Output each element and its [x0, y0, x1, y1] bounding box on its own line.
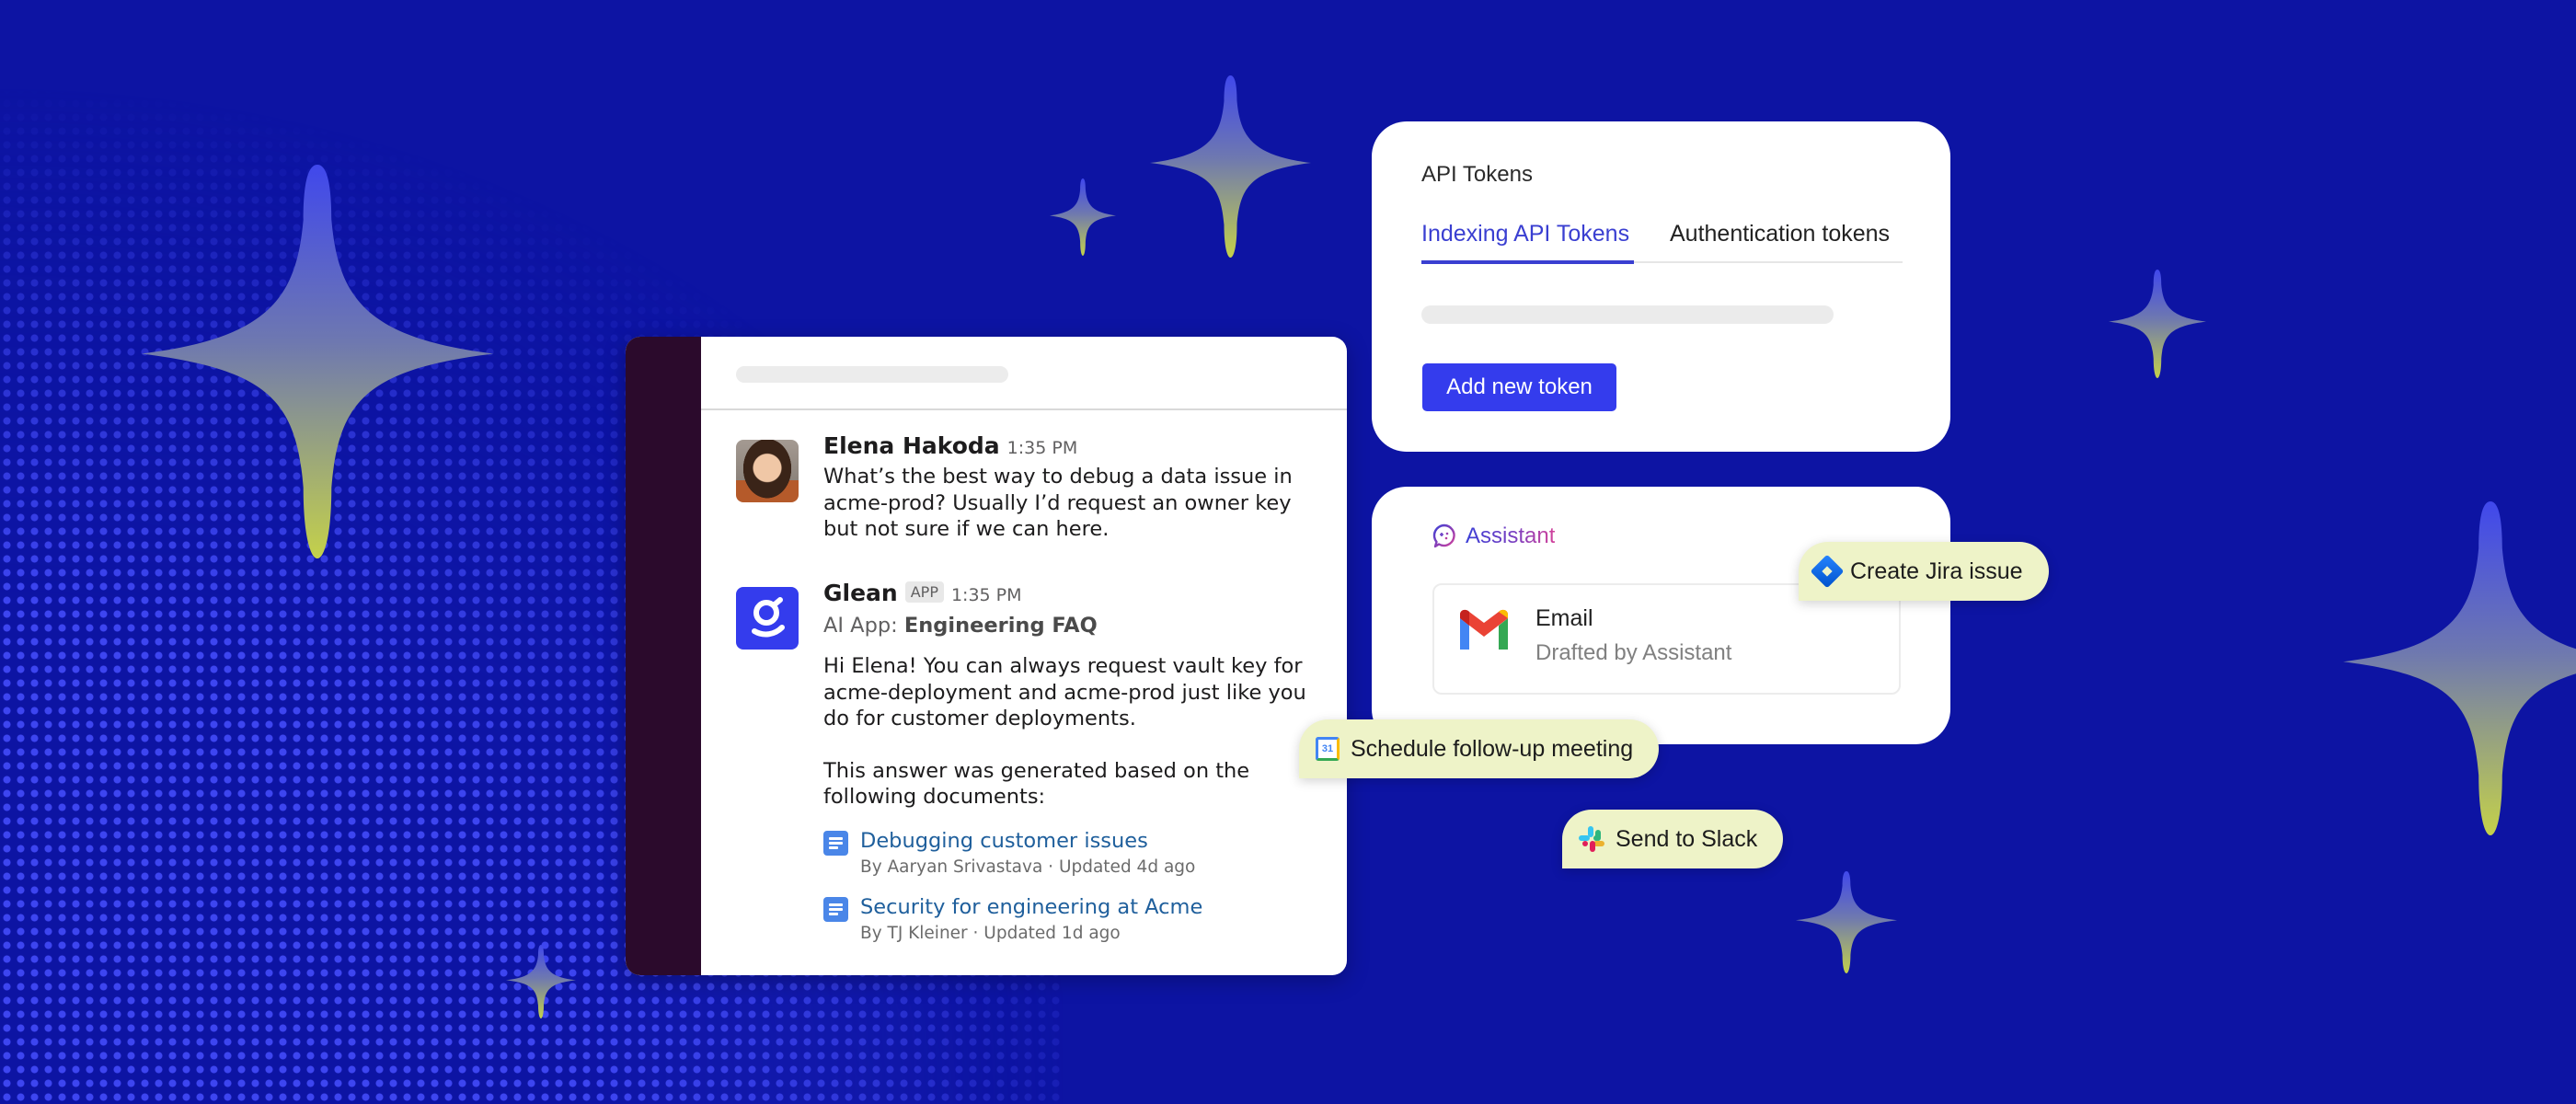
send-to-slack-button[interactable]: Send to Slack [1562, 810, 1784, 868]
message-elena: Elena Hakoda 1:35 PM What’s the best way… [736, 432, 1319, 559]
schedule-meeting-button[interactable]: 31 Schedule follow-up meeting [1299, 719, 1660, 778]
sender-name[interactable]: Elena Hakoda [823, 432, 1000, 459]
token-tabs: Indexing API Tokens Authentication token… [1421, 217, 1903, 264]
app-source: AI App: Engineering FAQ [823, 611, 1319, 640]
app-name: Engineering FAQ [903, 614, 1098, 638]
email-title: Email [1535, 605, 1593, 631]
sparkle-star-icon [1050, 178, 1116, 256]
sparkle-star-icon [2109, 270, 2206, 378]
app-prefix: AI App: [823, 614, 904, 638]
sparkle-star-icon [142, 165, 493, 558]
slack-conversation-window: Elena Hakoda 1:35 PM What’s the best way… [626, 337, 1347, 975]
create-jira-issue-button[interactable]: Create Jira issue [1799, 542, 2049, 601]
token-placeholder-bar [1421, 305, 1834, 324]
action-label: Create Jira issue [1850, 558, 2023, 584]
add-new-token-button[interactable]: Add new token [1422, 363, 1616, 411]
search-bar-placeholder[interactable] [736, 366, 1008, 383]
app-badge: APP [904, 581, 944, 603]
sparkle-star-icon [2343, 501, 2576, 835]
tab-indexing-api-tokens[interactable]: Indexing API Tokens [1421, 217, 1634, 264]
gmail-icon [1460, 609, 1508, 650]
reply-text: Hi Elena! You can always request vault k… [823, 654, 1306, 730]
google-doc-icon [823, 896, 848, 922]
assistant-label: Assistant [1466, 523, 1556, 548]
user-photo [736, 440, 799, 502]
slack-sidebar [626, 337, 701, 975]
document-title[interactable]: Security for engineering at Acme [860, 893, 1319, 921]
message-time[interactable]: 1:35 PM [1007, 438, 1078, 458]
assistant-chat-icon [1432, 523, 1455, 548]
slack-channel-view: Elena Hakoda 1:35 PM What’s the best way… [701, 337, 1347, 975]
api-tokens-card: API Tokens Indexing API Tokens Authentic… [1372, 121, 1950, 452]
slack-icon [1579, 826, 1604, 852]
google-calendar-icon: 31 [1316, 737, 1340, 761]
action-label: Send to Slack [1616, 825, 1758, 852]
glean-logo-icon[interactable] [736, 587, 799, 650]
document-title[interactable]: Debugging customer issues [860, 827, 1319, 855]
sparkle-star-icon [1796, 871, 1897, 973]
sources-intro: This answer was generated based on the f… [823, 758, 1250, 810]
document-link[interactable]: Debugging customer issues By Aaryan Sriv… [823, 827, 1319, 880]
email-subtitle: Drafted by Assistant [1535, 640, 1732, 665]
message-text: What’s the best way to debug a data issu… [823, 465, 1293, 541]
header-divider [701, 408, 1347, 410]
assistant-card: Assistant Email Drafted by Assistant [1372, 487, 1950, 744]
card-title: API Tokens [1421, 162, 1533, 187]
document-meta: By Aaryan Srivastava · Updated 4d ago [860, 857, 1196, 877]
google-doc-icon [823, 830, 848, 856]
user-avatar[interactable] [736, 440, 799, 502]
sender-name[interactable]: Glean [823, 580, 898, 606]
message-time[interactable]: 1:35 PM [951, 585, 1022, 605]
message-glean: Glean APP 1:35 PM AI App: Engineering FA… [736, 580, 1319, 973]
sparkle-star-icon [506, 945, 576, 1018]
action-label: Schedule follow-up meeting [1351, 735, 1634, 762]
document-link[interactable]: Security for engineering at Acme By TJ K… [823, 893, 1319, 947]
tab-authentication-tokens[interactable]: Authentication tokens [1670, 217, 1890, 250]
sparkle-star-icon [1150, 75, 1311, 258]
assistant-header: Assistant [1432, 523, 1555, 549]
jira-icon [1810, 554, 1845, 589]
document-meta: By TJ Kleiner · Updated 1d ago [860, 923, 1121, 943]
